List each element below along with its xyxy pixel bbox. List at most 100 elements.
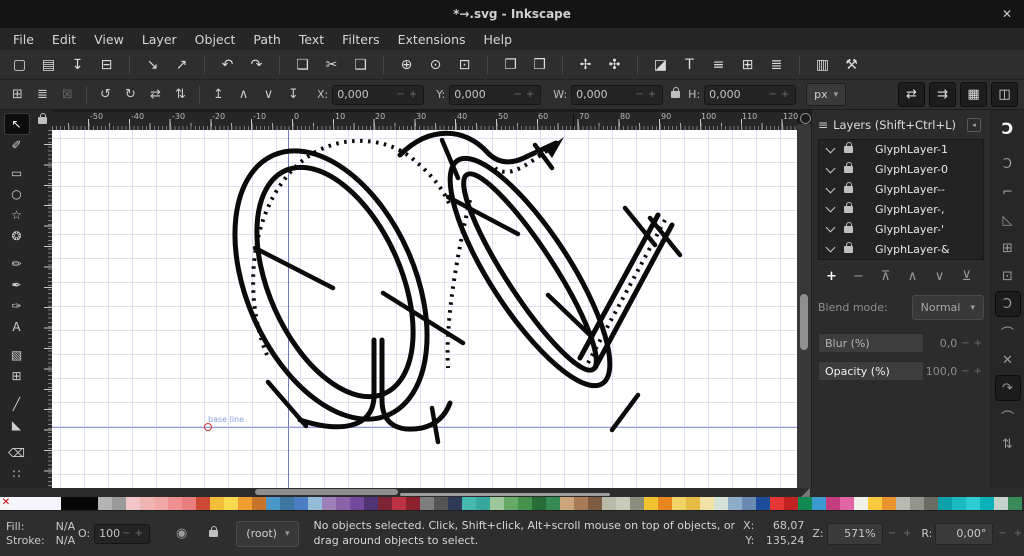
cut-icon[interactable]: ✂ [320, 53, 343, 76]
color-swatch[interactable] [378, 497, 392, 510]
canvas[interactable]: base line [52, 130, 797, 488]
menu-item[interactable]: Object [186, 30, 245, 49]
color-swatch[interactable] [868, 497, 882, 510]
layer-row[interactable]: GlyphLayer-' [819, 219, 983, 239]
w-minus-button[interactable]: − [633, 89, 645, 100]
color-swatch[interactable] [560, 497, 574, 510]
corners-transform-toggle[interactable]: ▦ [960, 82, 987, 107]
remove-layer-button[interactable]: − [845, 269, 872, 284]
color-swatch[interactable] [798, 497, 812, 510]
rotation-field[interactable]: 0,00° [935, 523, 993, 545]
lower-to-bottom-icon[interactable]: ↧ [282, 83, 305, 106]
chevron-down-icon[interactable] [826, 243, 836, 253]
clone-icon[interactable]: ❒ [528, 53, 551, 76]
blur-slider[interactable]: Blur (%) [818, 333, 924, 353]
resize-grip-icon[interactable] [801, 488, 810, 497]
import-icon[interactable]: ↘ [141, 53, 164, 76]
color-swatch[interactable] [616, 497, 630, 510]
color-swatch[interactable] [910, 497, 924, 510]
spray-tool[interactable]: ∷ [5, 464, 29, 484]
color-swatch[interactable] [854, 497, 868, 510]
color-swatch[interactable] [280, 497, 294, 510]
blur-plus-button[interactable]: + [972, 338, 984, 349]
color-swatch[interactable] [266, 497, 280, 510]
menu-item[interactable]: File [4, 30, 43, 49]
lock-ratio-icon[interactable] [671, 91, 680, 98]
snap-bbox-edge-midpoints-icon[interactable]: ⊞ [996, 236, 1020, 260]
color-swatch[interactable] [322, 497, 336, 510]
chevron-down-icon[interactable] [826, 223, 836, 233]
raise-icon[interactable]: ∧ [232, 83, 255, 106]
y-plus-button[interactable]: + [524, 89, 536, 100]
color-swatch[interactable] [112, 497, 126, 510]
color-swatch[interactable] [1008, 497, 1022, 510]
color-swatch[interactable] [994, 497, 1008, 510]
raise-layer-to-top-button[interactable]: ⊼ [872, 269, 899, 284]
color-swatch[interactable] [742, 497, 756, 510]
scale-transform-toggle[interactable]: ⇉ [929, 82, 956, 107]
color-swatch[interactable] [574, 497, 588, 510]
dock-collapse-button[interactable]: ◂ [967, 118, 981, 132]
layer-visibility-eye-icon[interactable]: ◉ [176, 526, 187, 541]
menu-item[interactable]: Path [244, 30, 289, 49]
x-plus-button[interactable]: + [407, 89, 419, 100]
menu-item[interactable]: View [85, 30, 133, 49]
object-opacity-field[interactable]: 100 − + [94, 524, 150, 544]
text-dialog-icon[interactable]: T [678, 53, 701, 76]
h-minus-button[interactable]: − [766, 89, 778, 100]
color-swatch[interactable] [588, 497, 602, 510]
select-all-layers-icon[interactable]: ≣ [31, 83, 54, 106]
palette-scrollbar-thumb[interactable] [400, 493, 610, 496]
layer-row[interactable]: GlyphLayer-1 [819, 140, 983, 160]
color-swatch[interactable] [546, 497, 560, 510]
snap-line-midpoints-icon[interactable]: ⇅ [996, 432, 1020, 456]
opacity-plus-button[interactable]: + [972, 366, 984, 377]
group-icon[interactable]: ✢ [574, 53, 597, 76]
lower-layer-to-bottom-button[interactable]: ⊻ [953, 269, 980, 284]
ellipse-tool[interactable]: ○ [5, 184, 29, 204]
color-swatch[interactable] [196, 497, 210, 510]
zoom-page-icon[interactable]: ⊡ [453, 53, 476, 76]
color-swatch[interactable] [224, 497, 238, 510]
horizontal-scrollbar[interactable] [0, 488, 1024, 497]
chevron-down-icon[interactable] [826, 183, 836, 193]
color-swatch[interactable] [448, 497, 462, 510]
color-swatch[interactable] [924, 497, 938, 510]
color-swatch[interactable] [644, 497, 658, 510]
unlock-icon[interactable] [844, 226, 853, 233]
align-dialog-icon[interactable]: ≣ [765, 53, 788, 76]
zoom-drawing-icon[interactable]: ⊙ [424, 53, 447, 76]
snap-path-intersections-icon[interactable]: ✕ [996, 348, 1020, 372]
chevron-down-icon[interactable] [826, 143, 836, 153]
raise-to-top-icon[interactable]: ↥ [207, 83, 230, 106]
color-swatch[interactable] [812, 497, 826, 510]
color-swatch[interactable] [168, 497, 182, 510]
zoom-plus-button[interactable]: + [901, 528, 913, 539]
unlock-icon[interactable] [844, 146, 853, 153]
lower-layer-button[interactable]: ∨ [926, 269, 953, 284]
unlock-icon[interactable] [844, 206, 853, 213]
x-minus-button[interactable]: − [394, 89, 406, 100]
layer-row[interactable]: GlyphLayer-- [819, 180, 983, 200]
rotate-ccw-icon[interactable]: ↺ [94, 83, 117, 106]
snap-toggle-icon[interactable]: Ɔ [996, 116, 1020, 140]
ungroup-icon[interactable]: ✣ [603, 53, 626, 76]
color-swatch[interactable] [294, 497, 308, 510]
horizontal-scrollbar-thumb[interactable] [255, 489, 398, 495]
gradient-tool[interactable]: ▧ [5, 345, 29, 365]
opacity-slider[interactable]: Opacity (%) [818, 361, 924, 381]
bucket-tool[interactable]: ◣ [5, 415, 29, 435]
redo-icon[interactable]: ↷ [245, 53, 268, 76]
snap-bbox-centers-icon[interactable]: ⊡ [996, 264, 1020, 288]
horizontal-ruler[interactable]: -50-40-30-20-100102030405060708090100110… [52, 112, 797, 131]
color-swatch[interactable] [938, 497, 952, 510]
pen-tool[interactable]: ✒ [5, 275, 29, 295]
move-transform-toggle[interactable]: ⇄ [898, 82, 925, 107]
color-swatch[interactable] [182, 497, 196, 510]
calligraphy-tool[interactable]: ✑ [5, 296, 29, 316]
chevron-down-icon[interactable] [826, 203, 836, 213]
color-swatch[interactable] [826, 497, 840, 510]
color-swatch[interactable] [350, 497, 364, 510]
color-swatch[interactable] [966, 497, 980, 510]
y-minus-button[interactable]: − [511, 89, 523, 100]
